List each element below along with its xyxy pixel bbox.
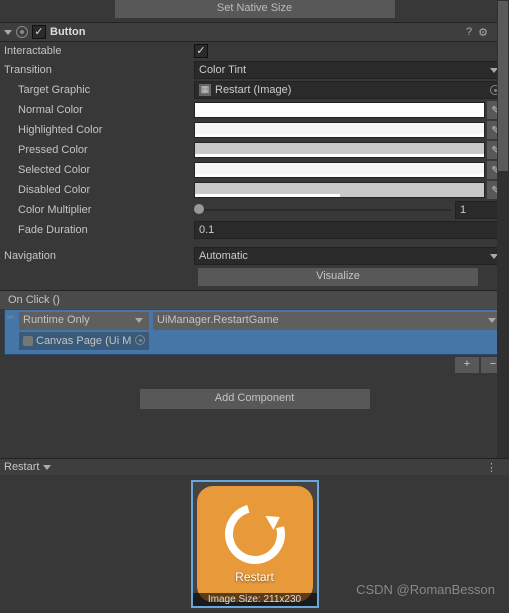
selected-color-label: Selected Color xyxy=(4,164,194,176)
scrollbar[interactable] xyxy=(497,0,509,461)
pressed-color-label: Pressed Color xyxy=(4,144,194,156)
navigation-dropdown[interactable]: Automatic xyxy=(194,247,505,265)
interactable-label: Interactable xyxy=(4,45,194,57)
gameobject-icon xyxy=(23,336,33,346)
object-picker-icon[interactable] xyxy=(135,335,145,345)
fade-duration-field[interactable]: 0.1 xyxy=(194,221,505,239)
visualize-button[interactable]: Visualize xyxy=(198,268,478,286)
pressed-color-swatch[interactable] xyxy=(194,142,485,158)
spacer xyxy=(7,332,15,350)
help-icon[interactable]: ? xyxy=(466,26,472,39)
interactable-checkbox[interactable] xyxy=(194,44,208,58)
normal-color-label: Normal Color xyxy=(4,104,194,116)
target-graphic-field[interactable]: ▦ Restart (Image) xyxy=(194,81,505,99)
transition-label: Transition xyxy=(4,64,194,76)
highlighted-color-label: Highlighted Color xyxy=(4,124,194,136)
component-title: Button xyxy=(50,26,466,38)
selected-color-swatch[interactable] xyxy=(194,162,485,178)
transition-dropdown[interactable]: Color Tint xyxy=(194,61,505,79)
highlighted-color-swatch[interactable] xyxy=(194,122,485,138)
onclick-list: ═ Runtime Only UiManager.RestartGame Can… xyxy=(4,309,505,355)
watermark: CSDN @RomanBesson xyxy=(356,582,495,597)
event-target-value: Canvas Page (Ui M xyxy=(36,333,131,349)
fade-duration-label: Fade Duration xyxy=(4,224,194,236)
preset-icon[interactable]: ⚙ xyxy=(478,26,488,39)
target-graphic-label: Target Graphic xyxy=(4,84,194,96)
disabled-color-swatch[interactable] xyxy=(194,182,485,198)
restart-icon xyxy=(214,493,296,575)
disabled-color-label: Disabled Color xyxy=(4,184,194,196)
sprite-label: Restart xyxy=(235,570,274,584)
call-state-dropdown[interactable]: Runtime Only xyxy=(19,312,149,330)
navigation-label: Navigation xyxy=(4,250,194,262)
component-enable-checkbox[interactable] xyxy=(32,25,46,39)
image-component-icon: ▦ xyxy=(199,84,211,96)
color-multiplier-label: Color Multiplier xyxy=(4,204,194,216)
preview-header[interactable]: Restart xyxy=(0,458,509,475)
target-graphic-value: Restart (Image) xyxy=(215,84,291,96)
event-target-field[interactable]: Canvas Page (Ui M xyxy=(19,332,149,350)
add-component-button[interactable]: Add Component xyxy=(140,389,370,409)
component-header[interactable]: Button ? ⚙ ⋮ xyxy=(0,22,509,42)
chevron-down-icon[interactable] xyxy=(43,465,51,470)
method-dropdown[interactable]: UiManager.RestartGame xyxy=(153,312,502,330)
preview-tab-label: Restart xyxy=(4,461,39,473)
set-native-size-button[interactable]: Set Native Size xyxy=(115,0,395,18)
add-event-button[interactable]: + xyxy=(455,357,479,373)
target-icon xyxy=(16,26,28,38)
sprite-preview: Restart Image Size: 211x230 xyxy=(191,480,319,608)
normal-color-swatch[interactable] xyxy=(194,102,485,118)
foldout-icon[interactable] xyxy=(4,30,12,35)
sprite-dimensions: Image Size: 211x230 xyxy=(193,593,317,606)
drag-handle-icon[interactable]: ═ xyxy=(7,312,15,330)
color-multiplier-slider[interactable] xyxy=(194,201,451,219)
onclick-header: On Click () xyxy=(0,290,509,309)
